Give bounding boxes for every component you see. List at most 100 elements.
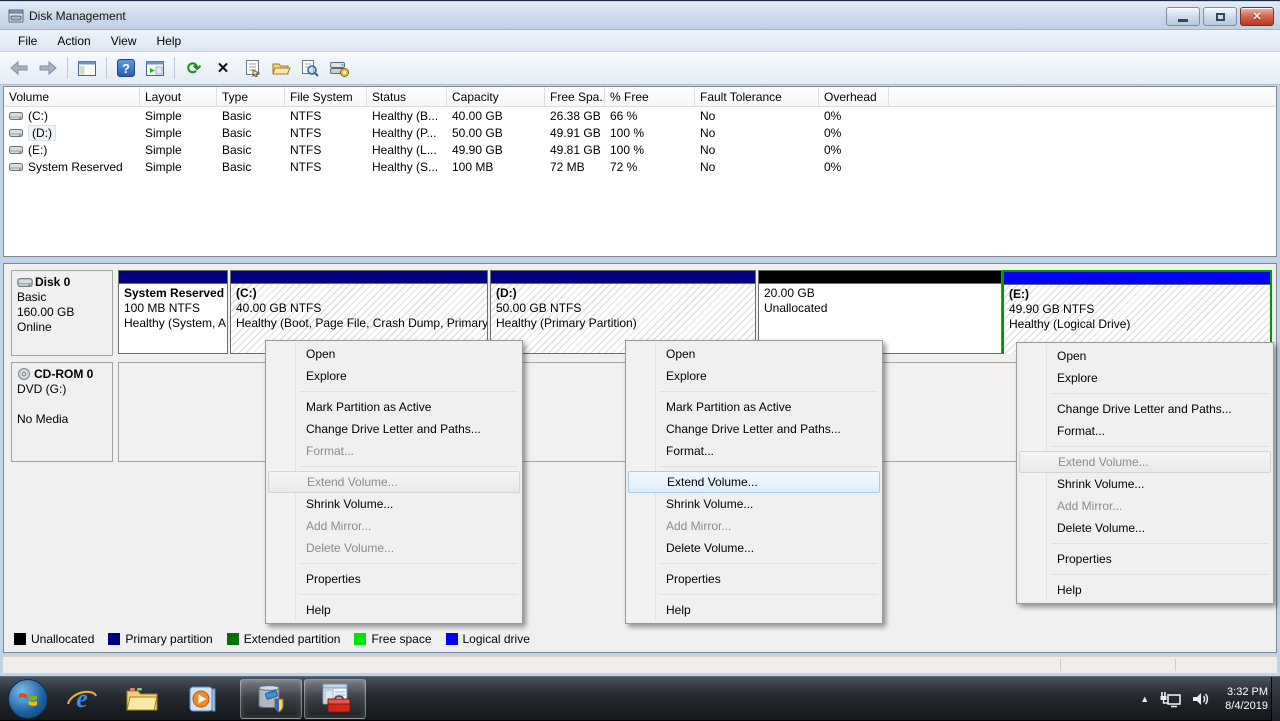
show-desktop-button[interactable]: [1271, 677, 1280, 721]
legend-label: Logical drive: [463, 632, 530, 646]
col-pct-free[interactable]: % Free: [605, 87, 695, 106]
menu-item-format[interactable]: Format...: [1017, 420, 1273, 442]
window-title: Disk Management: [29, 9, 126, 23]
col-fault-tolerance[interactable]: Fault Tolerance: [695, 87, 819, 106]
show-console-button[interactable]: [142, 55, 168, 81]
menu-item-shrink-volume[interactable]: Shrink Volume...: [266, 493, 522, 515]
menu-item-mark-active[interactable]: Mark Partition as Active: [266, 396, 522, 418]
extended-partition-swatch: [227, 633, 239, 645]
properties-button[interactable]: [239, 55, 265, 81]
open-folder-button[interactable]: [268, 55, 294, 81]
taskbar-button-mmc-console[interactable]: [304, 679, 366, 719]
col-type[interactable]: Type: [217, 87, 285, 106]
menu-item-explore[interactable]: Explore: [626, 365, 882, 387]
menu-item-help[interactable]: Help: [266, 599, 522, 621]
primary-partition-strip: [119, 271, 227, 284]
menu-help[interactable]: Help: [147, 32, 192, 50]
menu-item-format: Format...: [266, 440, 522, 462]
table-row[interactable]: (E:) Simple Basic NTFS Healthy (L... 49.…: [4, 141, 1276, 158]
taskbar-button-disk-utility[interactable]: [240, 679, 302, 719]
back-button[interactable]: [6, 55, 32, 81]
table-row[interactable]: System Reserved Simple Basic NTFS Health…: [4, 158, 1276, 175]
delete-button[interactable]: ✕: [210, 55, 236, 81]
start-button[interactable]: [8, 679, 48, 719]
console-tree-icon: [78, 61, 96, 76]
cdrom-icon: [17, 368, 32, 381]
menu-item-change-letter[interactable]: Change Drive Letter and Paths...: [626, 418, 882, 440]
menu-item-properties[interactable]: Properties: [1017, 548, 1273, 570]
menu-item-shrink-volume[interactable]: Shrink Volume...: [1017, 473, 1273, 495]
menu-item-explore[interactable]: Explore: [1017, 367, 1273, 389]
show-console-icon: [146, 61, 164, 76]
volume-icon[interactable]: [1191, 690, 1211, 708]
menu-item-help[interactable]: Help: [1017, 579, 1273, 601]
menu-item-open[interactable]: Open: [1017, 345, 1273, 367]
titlebar[interactable]: Disk Management ✕: [0, 2, 1280, 30]
partition-system-reserved[interactable]: System Reserved 100 MB NTFS Healthy (Sys…: [118, 270, 228, 354]
console-tree-button[interactable]: [74, 55, 100, 81]
windows-explorer-icon[interactable]: [122, 681, 162, 717]
cell-overhead: 0%: [819, 160, 889, 174]
menu-item-change-letter[interactable]: Change Drive Letter and Paths...: [266, 418, 522, 440]
help-button[interactable]: ?: [113, 55, 139, 81]
cell-layout: Simple: [140, 109, 217, 123]
volume-name: (C:): [28, 109, 48, 123]
menu-item-mark-active[interactable]: Mark Partition as Active: [626, 396, 882, 418]
clock[interactable]: 3:32 PM 8/4/2019: [1221, 685, 1268, 713]
partition-size: 49.90 GB NTFS: [1009, 302, 1270, 317]
table-row[interactable]: (C:) Simple Basic NTFS Healthy (B... 40.…: [4, 107, 1276, 124]
menu-file[interactable]: File: [8, 32, 47, 50]
menu-item-delete-volume[interactable]: Delete Volume...: [1017, 517, 1273, 539]
menu-view[interactable]: View: [101, 32, 147, 50]
status-bar: [3, 656, 1277, 673]
cell-type: Basic: [217, 143, 285, 157]
col-file-system[interactable]: File System: [285, 87, 367, 106]
menu-item-format[interactable]: Format...: [626, 440, 882, 462]
manage-disk-button[interactable]: [326, 55, 352, 81]
menu-item-delete-volume[interactable]: Delete Volume...: [626, 537, 882, 559]
primary-partition-strip: [491, 271, 755, 284]
menu-item-help[interactable]: Help: [626, 599, 882, 621]
menu-item-properties[interactable]: Properties: [266, 568, 522, 590]
internet-explorer-icon[interactable]: e: [62, 681, 102, 717]
menu-item-open[interactable]: Open: [266, 343, 522, 365]
disk0-label[interactable]: Disk 0 Basic 160.00 GB Online: [11, 270, 113, 356]
col-capacity[interactable]: Capacity: [447, 87, 545, 106]
find-button[interactable]: [297, 55, 323, 81]
media-player-icon[interactable]: [182, 681, 222, 717]
menu-item-shrink-volume[interactable]: Shrink Volume...: [626, 493, 882, 515]
minimize-button[interactable]: [1166, 7, 1200, 26]
col-status[interactable]: Status: [367, 87, 447, 106]
cell-capacity: 40.00 GB: [447, 109, 545, 123]
legend-label: Extended partition: [244, 632, 341, 646]
legend-item: Unallocated: [14, 632, 94, 646]
menu-item-explore[interactable]: Explore: [266, 365, 522, 387]
cell-fault: No: [695, 126, 819, 140]
col-free-space[interactable]: Free Spa...: [545, 87, 605, 106]
menu-item-change-letter[interactable]: Change Drive Letter and Paths...: [1017, 398, 1273, 420]
col-layout[interactable]: Layout: [140, 87, 217, 106]
cdrom-label[interactable]: CD-ROM 0 DVD (G:) No Media: [11, 362, 113, 462]
network-icon[interactable]: [1159, 690, 1181, 708]
partition-size: 20.00 GB: [764, 286, 1001, 301]
partition-status: Unallocated: [764, 301, 1001, 316]
menu-item-extend-volume[interactable]: Extend Volume...: [628, 471, 880, 493]
drive-icon: [9, 128, 23, 138]
menu-item-open[interactable]: Open: [626, 343, 882, 365]
col-overhead[interactable]: Overhead: [819, 87, 889, 106]
close-button[interactable]: ✕: [1240, 7, 1274, 26]
menu-action[interactable]: Action: [47, 32, 100, 50]
col-volume[interactable]: Volume: [4, 87, 140, 106]
partition-title: (E:): [1009, 287, 1270, 302]
maximize-button[interactable]: [1203, 7, 1237, 26]
hidden-icons-arrow[interactable]: ▲: [1140, 694, 1149, 704]
table-row[interactable]: (D:) Simple Basic NTFS Healthy (P... 50.…: [4, 124, 1276, 141]
cell-layout: Simple: [140, 143, 217, 157]
partition-status: Healthy (Logical Drive): [1009, 317, 1270, 332]
forward-button[interactable]: [35, 55, 61, 81]
refresh-button[interactable]: ⟳: [181, 55, 207, 81]
cell-status: Healthy (B...: [367, 109, 447, 123]
menu-item-properties[interactable]: Properties: [626, 568, 882, 590]
cell-fs: NTFS: [285, 160, 367, 174]
partition-size: 100 MB NTFS: [124, 301, 227, 316]
